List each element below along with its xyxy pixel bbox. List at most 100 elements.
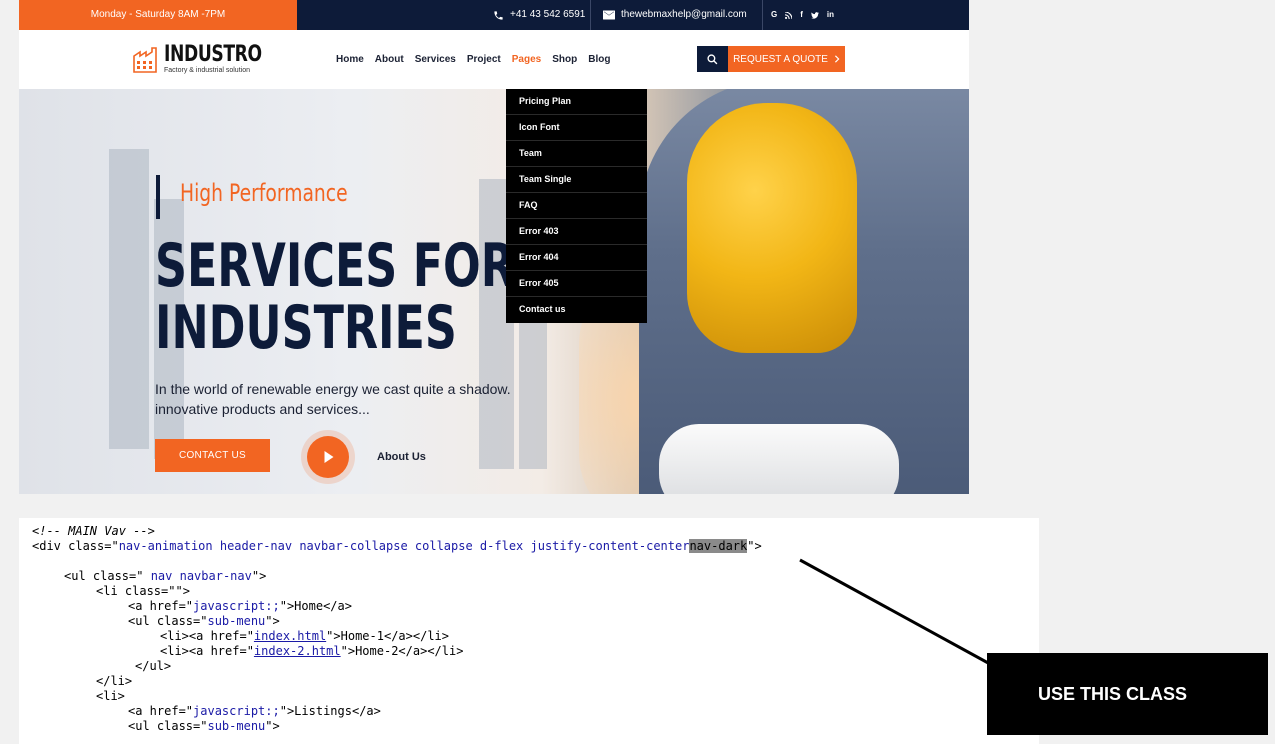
hero-description: In the world of renewable energy we cast…: [155, 379, 511, 419]
phone-number: +41 43 542 6591: [510, 9, 586, 20]
code-line-li-open: <li>: [96, 689, 125, 703]
code-token: javascript:;: [193, 704, 280, 718]
code-line-ul: <ul class=" nav navbar-nav">: [64, 569, 266, 584]
phone-contact[interactable]: +41 43 542 6591: [493, 0, 585, 30]
code-class-list: nav-animation header-nav navbar-collapse…: [118, 539, 690, 553]
use-this-class-callout: USE THIS CLASS: [987, 653, 1268, 735]
top-bar: Monday - Saturday 8AM -7PM +41 43 542 65…: [19, 0, 969, 30]
hero-subtitle: High Performance: [180, 179, 348, 207]
dropdown-item[interactable]: Contact us: [506, 297, 647, 323]
nav-pages[interactable]: Pages: [512, 54, 541, 65]
play-button-circle: [307, 436, 349, 478]
phone-icon: [494, 10, 503, 20]
code-token: ">Listings</a>: [279, 704, 381, 718]
highlighted-class: nav-dark: [689, 539, 748, 553]
code-line-a: <a href="javascript:;">Home</a>: [128, 599, 352, 614]
code-token: <li><a href=": [160, 629, 254, 643]
code-token: ">Home-2</a></li>: [340, 644, 464, 658]
code-link[interactable]: index.html: [254, 629, 326, 643]
nav-blog[interactable]: Blog: [588, 54, 610, 65]
dropdown-item[interactable]: Error 404: [506, 245, 647, 271]
dropdown-item[interactable]: Icon Font: [506, 115, 647, 141]
code-line-submenu: <ul class="sub-menu">: [128, 614, 280, 629]
brand-name: INDUSTRO: [164, 41, 262, 67]
dropdown-item[interactable]: Error 405: [506, 271, 647, 297]
code-token: javascript:;: [193, 599, 280, 613]
hero-title-line1: SERVICES FOR: [155, 231, 515, 301]
code-token: ">: [747, 539, 762, 553]
facebook-icon[interactable]: f: [800, 0, 803, 30]
code-token: ">: [265, 614, 280, 628]
code-token: sub-menu: [207, 614, 266, 628]
about-us-link[interactable]: About Us: [377, 451, 426, 463]
hero-text-line2: innovative products and services...: [155, 401, 370, 417]
chevron-right-icon: [834, 55, 840, 63]
code-token: ">: [251, 569, 267, 583]
code-line-home2: <li><a href="index-2.html">Home-2</a></l…: [160, 644, 463, 659]
code-token: ">: [265, 719, 280, 733]
code-line-li: <li class="">: [96, 584, 190, 598]
hero-title-line2: INDUSTRIES: [155, 293, 457, 363]
dropdown-item[interactable]: Error 403: [506, 219, 647, 245]
play-icon: [324, 451, 333, 463]
code-link[interactable]: index-2.html: [254, 644, 341, 658]
code-line-listings: <a href="javascript:;">Listings</a>: [128, 704, 381, 719]
pages-dropdown-menu: Pricing Plan Icon Font Team Team Single …: [506, 89, 647, 323]
code-token: nav navbar-nav: [143, 569, 252, 583]
rss-icon[interactable]: [785, 11, 793, 19]
nav-about[interactable]: About: [375, 54, 404, 65]
dropdown-item[interactable]: Team: [506, 141, 647, 167]
canvas: Monday - Saturday 8AM -7PM +41 43 542 65…: [0, 0, 1275, 744]
brand-tagline: Factory & industrial solution: [164, 66, 250, 74]
website-preview: Monday - Saturday 8AM -7PM +41 43 542 65…: [19, 0, 969, 494]
factory-icon: [133, 47, 157, 73]
code-line-div: <div class="nav-animation header-nav nav…: [32, 539, 762, 554]
contact-us-button[interactable]: CONTACT US: [155, 439, 270, 472]
code-token: <li><a href=": [160, 644, 254, 658]
accent-bar: [156, 175, 160, 219]
code-line-submenu2: <ul class="sub-menu">: [128, 719, 280, 734]
dropdown-item[interactable]: Team Single: [506, 167, 647, 193]
linkedin-icon[interactable]: in: [827, 0, 834, 30]
background-building: [109, 149, 149, 449]
code-token: ">Home-1</a></li>: [326, 629, 449, 643]
play-video-button[interactable]: [301, 430, 355, 484]
divider: [590, 0, 591, 30]
business-hours: Monday - Saturday 8AM -7PM: [19, 0, 297, 30]
code-snippet: <!-- MAIN Vav --> <div class="nav-animat…: [19, 518, 1039, 744]
code-token: <ul class=": [64, 569, 144, 583]
code-line-li-close: </li>: [96, 674, 133, 688]
request-quote-button[interactable]: REQUEST A QUOTE: [728, 46, 845, 72]
envelope-icon: [603, 10, 615, 20]
hero-banner: High Performance SERVICES FOR INDUSTRIES…: [19, 89, 969, 494]
code-token: <a href=": [128, 599, 194, 613]
blueprint-roll-image: [659, 424, 899, 494]
code-token: ">Home</a>: [279, 599, 352, 613]
dropdown-item[interactable]: Pricing Plan: [506, 89, 647, 115]
main-navbar: INDUSTRO Factory & industrial solution H…: [19, 30, 969, 89]
main-menu: Home About Services Project Pages Shop B…: [336, 30, 610, 89]
code-line-home1: <li><a href="index.html">Home-1</a></li>: [160, 629, 449, 644]
divider: [762, 0, 763, 30]
code-token: <div class=": [32, 539, 119, 553]
nav-home[interactable]: Home: [336, 54, 364, 65]
nav-project[interactable]: Project: [467, 54, 501, 65]
dropdown-item[interactable]: FAQ: [506, 193, 647, 219]
social-links: G f in: [771, 0, 834, 30]
code-line-ul-close: </ul>: [135, 659, 172, 673]
email-contact[interactable]: thewebmaxhelp@gmail.com: [603, 0, 747, 30]
nav-services[interactable]: Services: [415, 54, 456, 65]
code-token: <ul class=": [128, 719, 208, 733]
code-comment: <!-- MAIN Vav -->: [32, 524, 155, 538]
brand-logo[interactable]: INDUSTRO Factory & industrial solution: [132, 41, 289, 74]
search-icon: [707, 53, 718, 64]
search-button[interactable]: [697, 46, 728, 72]
twitter-icon[interactable]: [810, 11, 819, 19]
hero-title: SERVICES FOR INDUSTRIES: [155, 235, 515, 359]
hard-hat-image: [687, 103, 857, 353]
email-address: thewebmaxhelp@gmail.com: [621, 9, 747, 20]
code-token: sub-menu: [207, 719, 266, 733]
google-icon[interactable]: G: [771, 0, 777, 30]
code-token: <ul class=": [128, 614, 208, 628]
nav-shop[interactable]: Shop: [552, 54, 577, 65]
